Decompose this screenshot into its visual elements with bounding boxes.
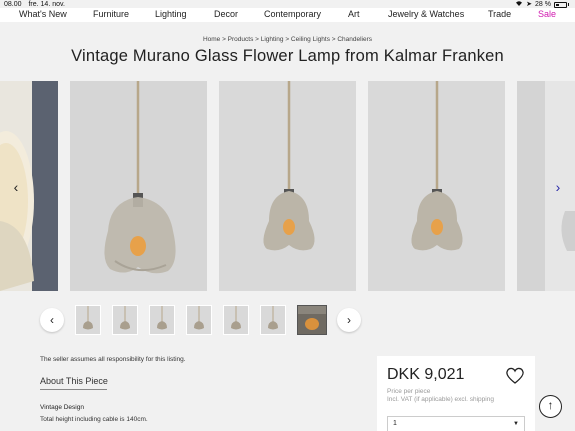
nav-decor[interactable]: Decor bbox=[214, 9, 238, 19]
battery-tip bbox=[568, 3, 569, 6]
nav-trade[interactable]: Trade bbox=[488, 9, 511, 19]
chevron-down-icon: ▼ bbox=[513, 421, 519, 427]
thumbnails-next-button[interactable]: › bbox=[337, 308, 361, 332]
nav-art[interactable]: Art bbox=[348, 9, 360, 19]
breadcrumb[interactable]: Home > Products > Lighting > Ceiling Lig… bbox=[0, 36, 575, 43]
quantity-value: 1 bbox=[393, 420, 397, 427]
price-vat-note: Incl. VAT (if applicable) excl. shipping bbox=[387, 396, 494, 403]
thumbnail-7-active[interactable] bbox=[297, 305, 327, 335]
nav-contemporary[interactable]: Contemporary bbox=[264, 9, 321, 19]
thumbnail-3[interactable] bbox=[149, 305, 175, 335]
nav-sale[interactable]: Sale bbox=[538, 9, 556, 19]
status-time: 08.00 bbox=[4, 1, 22, 8]
design-title: Vintage Design bbox=[40, 404, 84, 411]
page-title: Vintage Murano Glass Flower Lamp from Ka… bbox=[71, 47, 504, 65]
image-gallery: ‹ › bbox=[0, 81, 575, 291]
price: DKK 9,021 bbox=[387, 366, 465, 383]
design-description: Total height including cable is 140cm. bbox=[40, 416, 148, 423]
scroll-to-top-button[interactable]: ↑ bbox=[539, 395, 562, 418]
price-per-piece: Price per piece bbox=[387, 388, 431, 395]
thumbnail-5[interactable] bbox=[223, 305, 249, 335]
quantity-select[interactable]: 1 ▼ bbox=[387, 416, 525, 431]
gallery-image-3[interactable] bbox=[368, 81, 505, 291]
gallery-prev-arrow[interactable]: ‹ bbox=[7, 177, 25, 197]
gallery-next-arrow[interactable]: › bbox=[549, 177, 567, 197]
favorite-heart-icon[interactable] bbox=[505, 367, 525, 385]
battery-icon bbox=[554, 1, 567, 8]
thumbnails-prev-button[interactable]: ‹ bbox=[40, 308, 64, 332]
thumbnail-4[interactable] bbox=[186, 305, 212, 335]
about-heading[interactable]: About This Piece bbox=[40, 376, 108, 386]
top-navigation: What's New Furniture Lighting Decor Cont… bbox=[0, 8, 575, 22]
nav-furniture[interactable]: Furniture bbox=[93, 9, 129, 19]
about-heading-underline bbox=[40, 389, 107, 390]
nav-whats-new[interactable]: What's New bbox=[19, 9, 67, 19]
thumbnail-1[interactable] bbox=[75, 305, 101, 335]
gallery-image-2[interactable] bbox=[219, 81, 356, 291]
gallery-image-1[interactable] bbox=[70, 81, 207, 291]
seller-note: The seller assumes all responsibility fo… bbox=[40, 356, 186, 363]
status-date: fre. 14. nov. bbox=[28, 1, 65, 8]
thumbnail-2[interactable] bbox=[112, 305, 138, 335]
thumbnail-6[interactable] bbox=[260, 305, 286, 335]
price-card: DKK 9,021 Price per piece Incl. VAT (if … bbox=[377, 356, 535, 431]
thumbnail-strip: ‹ › bbox=[0, 304, 575, 336]
nav-jewelry-watches[interactable]: Jewelry & Watches bbox=[388, 9, 464, 19]
nav-lighting[interactable]: Lighting bbox=[155, 9, 187, 19]
